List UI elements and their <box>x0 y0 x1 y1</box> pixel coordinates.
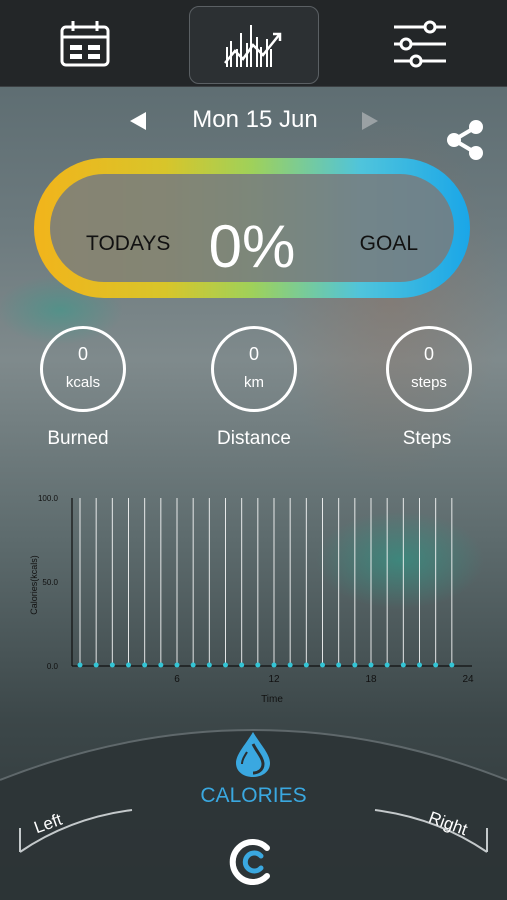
calories-chart: 0.050.0100.0 6 12 18 24 Calories(kcals) Tim… <box>29 494 474 705</box>
date-label: Mon 15 Jun <box>192 106 318 133</box>
chart-button[interactable] <box>189 6 319 84</box>
next-day-arrow-icon[interactable] <box>362 112 378 130</box>
x-tick-label: 24 <box>462 674 474 685</box>
data-point <box>190 662 196 668</box>
previous-day-arrow-icon[interactable] <box>130 112 146 130</box>
distance-stat-circle: 0 km <box>211 326 297 412</box>
data-point <box>126 662 131 668</box>
data-point <box>287 662 293 668</box>
data-point <box>368 662 374 668</box>
distance-value: 0 <box>248 344 259 364</box>
data-point <box>449 662 455 668</box>
burned-stat-circle: 0 kcals <box>40 326 126 412</box>
data-point <box>352 662 358 668</box>
data-point <box>400 662 406 668</box>
data-point <box>303 662 309 668</box>
burned-label: Burned <box>47 428 109 449</box>
steps-unit: steps <box>411 374 447 391</box>
goal-ring-center: TODAYS 0% GOAL <box>50 174 454 282</box>
data-point <box>255 662 261 668</box>
burned-value: 0 <box>77 344 88 364</box>
distance-label: Distance <box>217 428 291 449</box>
x-tick-label: 12 <box>268 674 280 685</box>
data-point <box>158 662 164 668</box>
data-point <box>384 662 390 668</box>
data-point <box>239 662 245 668</box>
data-point <box>93 662 99 668</box>
y-axis-label: Calories(kcals) <box>29 555 39 615</box>
data-point <box>206 662 212 668</box>
data-point <box>336 662 342 668</box>
settings-sliders-icon <box>394 20 446 68</box>
water-drop-icon <box>236 732 270 777</box>
date-selector: Mon 15 Jun <box>0 104 507 140</box>
y-tick-label: 0.0 <box>47 662 59 671</box>
top-nav-bar <box>0 0 507 87</box>
y-tick-label: 100.0 <box>38 494 59 503</box>
mode-label: CALORIES <box>200 784 307 807</box>
data-point <box>174 662 180 668</box>
app-logo-icon <box>229 839 270 885</box>
goal-right-label: GOAL <box>359 232 418 255</box>
y-tick-label: 50.0 <box>42 578 58 587</box>
steps-value: 0 <box>423 344 434 364</box>
data-point <box>433 662 439 668</box>
data-point <box>142 662 148 668</box>
data-point <box>271 662 277 668</box>
calendar-button[interactable] <box>30 6 140 82</box>
x-tick-label: 18 <box>365 674 377 685</box>
share-icon[interactable] <box>444 118 486 162</box>
chart-icon <box>224 25 282 67</box>
distance-unit: km <box>244 374 264 391</box>
data-point <box>109 662 115 668</box>
calendar-icon <box>60 21 110 67</box>
data-point <box>223 662 228 668</box>
daily-goal-ring: TODAYS 0% GOAL <box>34 158 470 298</box>
settings-button[interactable] <box>365 6 475 82</box>
steps-label: Steps <box>402 428 452 449</box>
data-point <box>320 662 325 668</box>
steps-stat-circle: 0 steps <box>386 326 472 412</box>
data-point <box>77 662 83 668</box>
x-tick-label: 6 <box>174 674 180 685</box>
data-point <box>417 662 422 668</box>
burned-unit: kcals <box>65 374 101 391</box>
